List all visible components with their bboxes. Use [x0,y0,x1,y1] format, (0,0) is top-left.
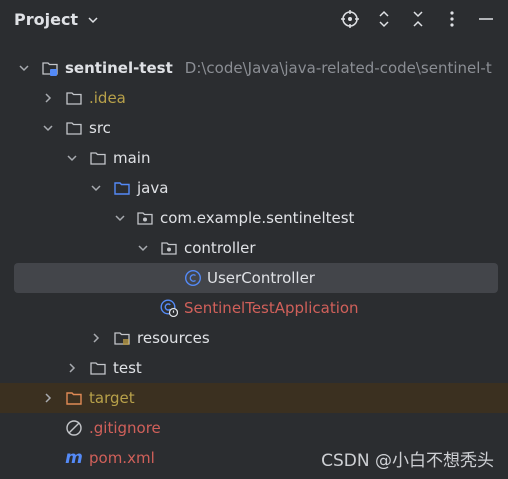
crosshair-icon [341,10,359,28]
chevron-down-icon[interactable] [137,242,149,254]
tree-item-idea[interactable]: .idea [0,83,508,113]
folder-icon [90,362,106,375]
project-tree: sentinel-test D:\code\Java\java-related-c… [0,53,508,473]
chevron-right-icon[interactable] [90,332,102,344]
tree-item-label: src [89,119,111,137]
tree-item-package[interactable]: com.example.sentineltest [0,203,508,233]
expand-all-button[interactable] [374,9,394,29]
tree-item-target[interactable]: target [0,383,508,413]
hide-button[interactable] [476,9,496,29]
expand-all-icon [379,10,389,28]
class-icon [184,269,202,287]
package-icon [137,212,153,225]
chevron-down-icon[interactable] [114,212,126,224]
more-vertical-icon [450,11,454,27]
tree-item-label: target [89,389,135,407]
options-button[interactable] [442,9,462,29]
folder-icon [66,92,82,105]
resources-folder-icon [114,332,130,345]
tree-item-root[interactable]: sentinel-test D:\code\Java\java-related-c… [0,53,508,83]
tree-item-gitignore[interactable]: .gitignore [0,413,508,443]
package-icon [161,242,177,255]
folder-icon [90,152,106,165]
chevron-right-icon[interactable] [42,392,54,404]
tree-item-label: main [113,149,151,167]
folder-icon [66,122,82,135]
tree-item-test[interactable]: test [0,353,508,383]
tree-item-label: controller [184,239,256,257]
tree-item-label: resources [137,329,210,347]
tree-item-label: pom.xml [89,449,155,467]
tree-item-label: sentinel-test D:\code\Java\java-related-c… [65,59,492,77]
tree-item-user-controller[interactable]: UserController [14,263,498,293]
chevron-right-icon[interactable] [66,362,78,374]
project-panel-header: Project [0,0,508,40]
tree-item-label: UserController [207,269,315,287]
ignore-file-icon [66,420,82,436]
minimize-icon [479,18,493,20]
chevron-down-icon[interactable] [90,182,102,194]
chevron-right-icon[interactable] [42,92,54,104]
collapse-all-icon [413,11,423,27]
tree-item-label: .idea [89,89,126,107]
tree-item-src[interactable]: src [0,113,508,143]
project-path: D:\code\Java\java-related-code\sentinel-… [184,59,492,77]
panel-title: Project [14,10,79,29]
runnable-class-icon [160,299,178,317]
tree-item-label: test [113,359,142,377]
chevron-down-icon [88,16,98,23]
watermark: CSDN @小白不想秃头 [321,451,494,471]
source-folder-icon [114,182,130,195]
project-view-selector[interactable]: Project [14,10,100,29]
tree-item-application[interactable]: SentinelTestApplication [0,293,508,323]
tree-item-label: java [137,179,169,197]
maven-icon: m [65,448,83,468]
chevron-down-icon[interactable] [42,122,54,134]
locate-button[interactable] [340,9,360,29]
tree-item-java[interactable]: java [0,173,508,203]
collapse-all-button[interactable] [408,9,428,29]
tree-item-label: .gitignore [89,419,161,437]
chevron-down-icon[interactable] [66,152,78,164]
tree-item-controller[interactable]: controller [0,233,508,263]
chevron-down-icon[interactable] [18,62,30,74]
excluded-folder-icon [66,392,82,405]
tree-item-main[interactable]: main [0,143,508,173]
tree-item-label: SentinelTestApplication [184,299,359,317]
module-folder-icon [42,62,58,76]
tree-item-label: com.example.sentineltest [160,209,355,227]
tree-item-resources[interactable]: resources [0,323,508,353]
